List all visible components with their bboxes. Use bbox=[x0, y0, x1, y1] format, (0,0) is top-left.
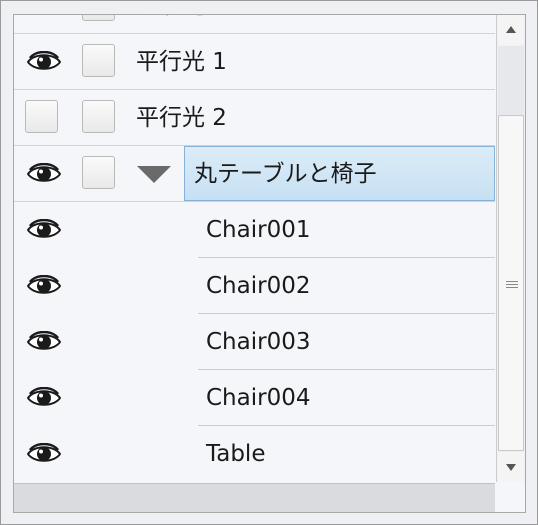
grip-icon bbox=[506, 281, 518, 288]
layer-label: 環境光 bbox=[136, 15, 205, 33]
layer-row-chair004[interactable]: Chair004 bbox=[14, 370, 495, 426]
layer-list: 環境光 平行光 1 平行光 2 bbox=[14, 15, 495, 482]
lock-checkbox[interactable] bbox=[82, 156, 115, 189]
layer-row-table[interactable]: Table bbox=[14, 426, 495, 482]
eye-icon[interactable] bbox=[27, 331, 61, 353]
layer-panel: 環境光 平行光 1 平行光 2 bbox=[13, 14, 526, 513]
eye-icon[interactable] bbox=[27, 51, 61, 73]
layer-label: 平行光 2 bbox=[136, 105, 227, 131]
layer-label: Chair002 bbox=[206, 273, 311, 299]
group-label: 丸テーブルと椅子 bbox=[194, 161, 377, 187]
layer-label: 平行光 1 bbox=[136, 49, 227, 75]
scrollbar-thumb[interactable] bbox=[498, 115, 524, 451]
layer-row-group-table-and-chairs[interactable]: 丸テーブルと椅子 bbox=[14, 146, 495, 202]
lock-checkbox[interactable] bbox=[82, 44, 115, 77]
arrow-down-icon bbox=[506, 464, 516, 471]
layer-row-directional-light-2[interactable]: 平行光 2 bbox=[14, 90, 495, 146]
layer-row-directional-light-1[interactable]: 平行光 1 bbox=[14, 34, 495, 90]
layer-row-ambient-light[interactable]: 環境光 bbox=[14, 15, 495, 34]
arrow-up-icon bbox=[506, 26, 516, 33]
eye-icon[interactable] bbox=[27, 275, 61, 297]
eye-icon[interactable] bbox=[27, 443, 61, 465]
layer-row-chair001[interactable]: Chair001 bbox=[14, 202, 495, 258]
eye-icon[interactable] bbox=[27, 387, 61, 409]
vertical-scrollbar[interactable] bbox=[496, 15, 525, 482]
horizontal-scrollbar[interactable] bbox=[14, 483, 495, 512]
lock-checkbox[interactable] bbox=[82, 15, 115, 21]
layer-label: Chair003 bbox=[206, 329, 311, 355]
eye-icon[interactable] bbox=[27, 219, 61, 241]
layer-panel-frame: 環境光 平行光 1 平行光 2 bbox=[0, 0, 538, 525]
layer-label: Chair001 bbox=[206, 217, 311, 243]
layer-row-chair003[interactable]: Chair003 bbox=[14, 314, 495, 370]
layer-label: Chair004 bbox=[206, 385, 311, 411]
eye-icon[interactable] bbox=[27, 163, 61, 185]
layer-row-chair002[interactable]: Chair002 bbox=[14, 258, 495, 314]
layer-label: Table bbox=[206, 441, 266, 467]
scroll-down-button[interactable] bbox=[498, 452, 524, 482]
scroll-up-button[interactable] bbox=[498, 15, 524, 45]
eye-icon[interactable] bbox=[27, 15, 61, 17]
visibility-toggle-off[interactable] bbox=[25, 100, 58, 133]
lock-checkbox[interactable] bbox=[82, 100, 115, 133]
triangle-down-icon[interactable] bbox=[137, 166, 171, 183]
